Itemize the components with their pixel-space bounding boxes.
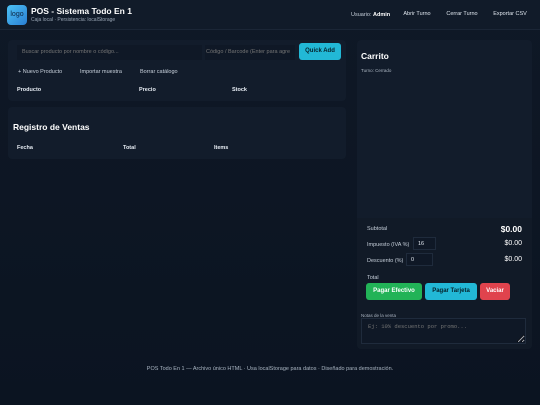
discount-value: $0.00 — [504, 256, 522, 263]
cart-panel: Carrito Turno: Cerrado Subtotal $0.00 Im… — [357, 40, 532, 349]
pay-cash-button[interactable]: Pagar Efectivo — [366, 283, 422, 300]
app-logo: logo — [7, 5, 27, 25]
import-sample-button[interactable]: Importar muestra — [80, 67, 122, 78]
empty-cart-button[interactable]: Vaciar — [480, 283, 510, 300]
tax-rate-input[interactable] — [413, 237, 436, 250]
products-panel: Quick Add + Nuevo Producto Importar mues… — [8, 40, 346, 101]
close-shift-button[interactable]: Cerrar Turno — [439, 7, 485, 22]
open-shift-button[interactable]: Abrir Turno — [397, 7, 437, 22]
subtotal-value: $0.00 — [500, 224, 522, 234]
new-product-button[interactable]: + Nuevo Producto — [18, 67, 62, 78]
sales-title: Registro de Ventas — [13, 122, 90, 132]
user-indicator: Usuario: Admin — [351, 12, 390, 18]
discount-rate-input[interactable] — [406, 253, 433, 266]
app-subtitle: Caja local · Persistencia: localStorage — [31, 17, 116, 23]
clear-catalog-button[interactable]: Borrar catálogo — [140, 67, 178, 78]
column-header-date[interactable]: Fecha — [17, 145, 33, 151]
product-search-input[interactable] — [17, 45, 202, 60]
shift-status: Turno: Cerrado — [361, 68, 392, 73]
sale-notes-textarea[interactable] — [361, 318, 526, 344]
barcode-input[interactable] — [205, 45, 295, 60]
column-header-stock[interactable]: Stock — [232, 87, 247, 93]
cart-title: Carrito — [361, 51, 389, 61]
quick-add-button[interactable]: Quick Add — [299, 43, 341, 60]
column-header-items[interactable]: Items — [214, 145, 228, 151]
column-header-product[interactable]: Producto — [17, 87, 41, 93]
total-label: Total — [367, 275, 379, 281]
app-header: logo POS - Sistema Todo En 1 Caja local … — [0, 0, 540, 30]
app-title: POS - Sistema Todo En 1 — [31, 6, 132, 16]
user-name: Admin — [373, 12, 391, 18]
tax-value: $0.00 — [504, 240, 522, 247]
sales-panel: Registro de Ventas Fecha Total Items — [8, 107, 346, 159]
user-label: Usuario: — [351, 12, 372, 18]
column-header-price[interactable]: Precio — [139, 87, 156, 93]
footer-text: POS Todo En 1 — Archivo único HTML · Usa… — [146, 366, 394, 372]
export-csv-button[interactable]: Exportar CSV — [487, 7, 533, 22]
discount-label: Descuento (%) — [367, 258, 404, 264]
column-header-total[interactable]: Total — [123, 145, 136, 151]
subtotal-label: Subtotal — [367, 226, 388, 232]
pay-card-button[interactable]: Pagar Tarjeta — [425, 283, 477, 300]
tax-label: Impuesto (IVA %) — [367, 242, 410, 248]
